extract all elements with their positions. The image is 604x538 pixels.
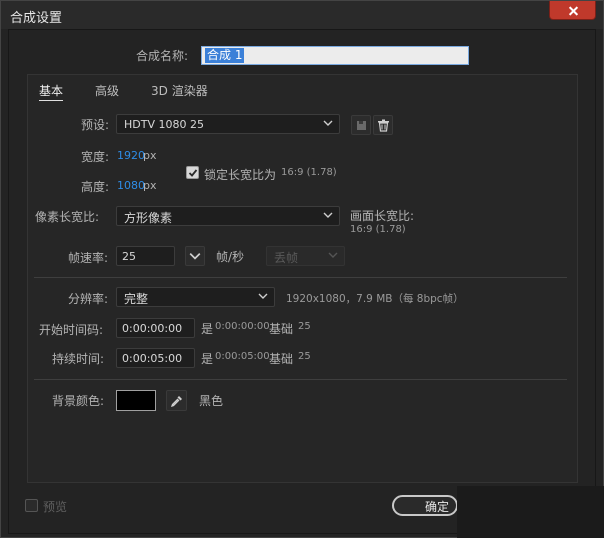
frame-rate-dropdown-button[interactable] <box>185 246 205 266</box>
tab-3d-renderer[interactable]: 3D 渲染器 <box>151 82 208 99</box>
lock-aspect-checkbox[interactable] <box>186 166 199 179</box>
height-unit: px <box>143 179 157 192</box>
ok-button[interactable]: 确定 <box>392 495 458 516</box>
resolution-value: 完整 <box>124 292 149 306</box>
preview-label: 预览 <box>43 500 68 514</box>
pixel-aspect-label: 像素长宽比: <box>35 210 100 224</box>
width-value[interactable]: 1920 <box>117 149 145 162</box>
pixel-aspect-value: 方形像素 <box>124 211 173 225</box>
frame-rate-label: 帧速率: <box>68 251 109 265</box>
preset-label: 预设: <box>81 118 110 132</box>
composition-settings-dialog: 合成设置 合成名称: 合成 1 基本 高级 3D 渲染器 预设: HDTV 10… <box>0 0 604 538</box>
settings-panel <box>27 74 578 483</box>
duration-base-value: 25 <box>298 351 311 362</box>
close-button[interactable] <box>549 1 596 20</box>
background-color-label: 背景颜色: <box>52 394 105 408</box>
frame-rate-value: 25 <box>122 250 136 263</box>
duration-is-label: 是 <box>201 352 214 366</box>
lock-aspect-ratio: 16:9 (1.78) <box>281 167 337 178</box>
cropped-area <box>457 486 604 538</box>
frame-aspect-label: 画面长宽比: <box>350 209 415 223</box>
duration-label: 持续时间: <box>52 352 105 366</box>
resolution-info: 1920x1080，7.9 MB（每 8bpc帧） <box>286 293 464 305</box>
width-label: 宽度: <box>81 150 110 164</box>
drop-frame-value: 丢帧 <box>274 251 299 265</box>
drop-frame-dropdown: 丢帧 <box>266 246 345 266</box>
preview-checkbox[interactable] <box>25 499 38 512</box>
title-bar: 合成设置 <box>1 1 603 29</box>
divider <box>34 277 567 278</box>
lock-aspect-label: 锁定长宽比为 <box>204 168 277 182</box>
start-timecode-is-value: 0:00:00:00 <box>215 321 270 332</box>
preset-dropdown[interactable]: HDTV 1080 25 <box>116 114 340 134</box>
duration-value: 0:00:05:00 <box>122 352 183 365</box>
duration-input[interactable]: 0:00:05:00 <box>116 348 195 368</box>
start-timecode-label: 开始时间码: <box>39 323 104 337</box>
checkmark-icon <box>188 169 198 177</box>
frame-rate-unit: 帧/秒 <box>216 250 245 264</box>
start-timecode-input[interactable]: 0:00:00:00 <box>116 318 195 338</box>
save-preset-button[interactable] <box>351 115 371 135</box>
chevron-down-icon <box>328 252 338 258</box>
duration-base-label: 基础 <box>269 352 294 366</box>
window-title: 合成设置 <box>10 11 63 26</box>
tab-advanced[interactable]: 高级 <box>95 82 119 99</box>
resolution-label: 分辨率: <box>68 292 109 306</box>
composition-name-input[interactable]: 合成 1 <box>201 46 469 65</box>
eyedropper-button[interactable] <box>166 390 187 411</box>
height-label: 高度: <box>81 180 110 194</box>
chevron-down-icon <box>189 253 201 260</box>
chevron-down-icon <box>323 120 333 126</box>
divider <box>34 379 567 380</box>
eyedropper-icon <box>170 396 182 408</box>
resolution-dropdown[interactable]: 完整 <box>116 287 275 307</box>
tab-basic[interactable]: 基本 <box>39 82 64 101</box>
ok-button-label: 确定 <box>425 500 450 514</box>
start-timecode-base-value: 25 <box>298 321 311 332</box>
chevron-down-icon <box>258 293 268 299</box>
height-value[interactable]: 1080 <box>117 179 145 192</box>
save-preset-icon <box>357 121 366 130</box>
start-timecode-is-label: 是 <box>201 322 214 336</box>
preset-value: HDTV 1080 25 <box>124 118 204 131</box>
duration-is-value: 0:00:05:00 <box>215 351 270 362</box>
width-unit: px <box>143 149 157 162</box>
composition-name-value: 合成 1 <box>205 48 245 63</box>
composition-name-label: 合成名称: <box>136 49 189 63</box>
background-color-swatch[interactable] <box>116 390 156 411</box>
background-color-name: 黑色 <box>199 394 224 408</box>
trash-icon <box>378 119 389 132</box>
frame-aspect-value: 16:9 (1.78) <box>350 224 406 235</box>
frame-rate-input[interactable]: 25 <box>116 246 175 266</box>
pixel-aspect-dropdown[interactable]: 方形像素 <box>116 206 340 226</box>
start-timecode-base-label: 基础 <box>269 322 294 336</box>
start-timecode-value: 0:00:00:00 <box>122 322 183 335</box>
chevron-down-icon <box>323 212 333 218</box>
delete-preset-button[interactable] <box>373 115 393 135</box>
